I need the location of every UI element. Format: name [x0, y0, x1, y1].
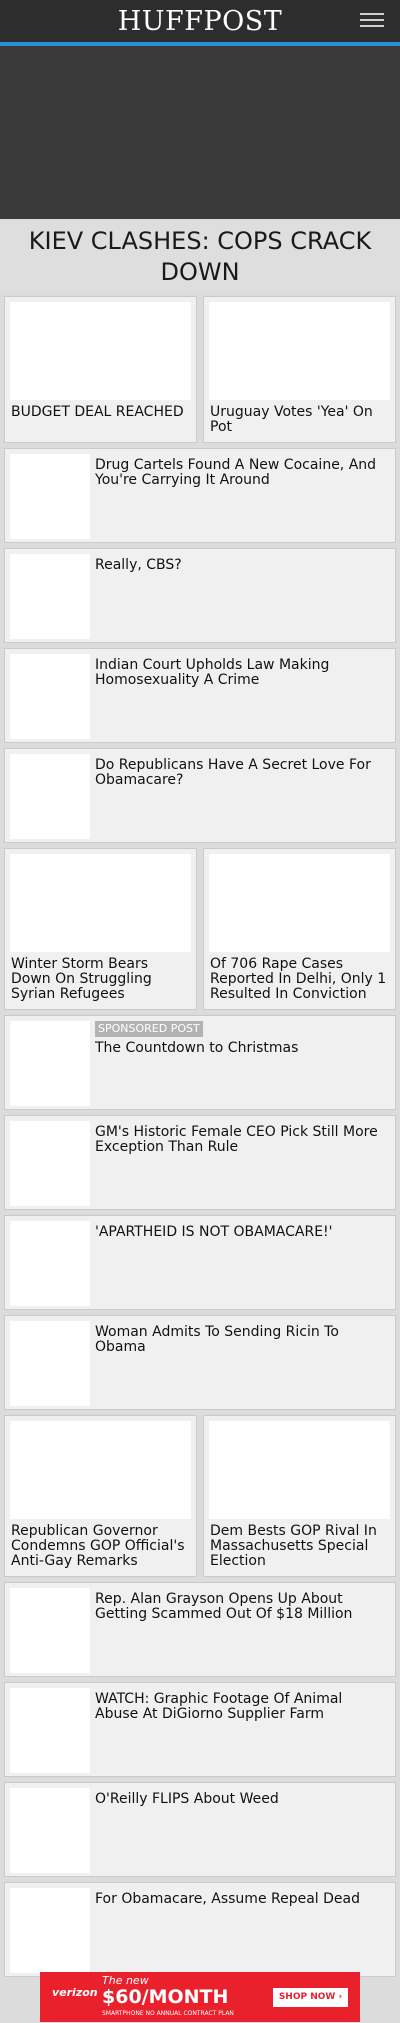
ad-fineprint: SMARTPHONE NO ANNUAL CONTRACT PLAN — [102, 2010, 234, 2017]
top-bar: HUFFPOST — [0, 0, 400, 42]
story-card[interactable]: Republican Governor Condemns GOP Officia… — [4, 1415, 197, 1577]
story-card[interactable]: Do Republicans Have A Secret Love For Ob… — [4, 748, 396, 843]
story-thumbnail[interactable] — [10, 1788, 90, 1873]
story-title[interactable]: Indian Court Upholds Law Making Homosexu… — [95, 658, 385, 688]
story-title[interactable]: Of 706 Rape Cases Reported In Delhi, Onl… — [210, 957, 390, 1002]
story-title[interactable]: Republican Governor Condemns GOP Officia… — [11, 1524, 191, 1569]
top-headline[interactable]: KIEV CLASHES: COPS CRACK DOWN — [0, 222, 400, 292]
story-card[interactable]: Dem Bests GOP Rival In Massachusetts Spe… — [203, 1415, 396, 1577]
story-card[interactable]: Of 706 Rape Cases Reported In Delhi, Onl… — [203, 848, 396, 1010]
story-title[interactable]: For Obamacare, Assume Repeal Dead — [95, 1892, 385, 1907]
story-thumbnail[interactable] — [10, 1121, 90, 1206]
story-title[interactable]: Really, CBS? — [95, 558, 385, 573]
story-thumbnail[interactable] — [209, 1421, 390, 1519]
story-thumbnail[interactable] — [10, 1221, 90, 1306]
story-thumbnail[interactable] — [10, 854, 191, 952]
story-card[interactable]: BUDGET DEAL REACHED — [4, 296, 197, 443]
story-title[interactable]: Rep. Alan Grayson Opens Up About Getting… — [95, 1592, 385, 1622]
story-thumbnail[interactable] — [10, 1888, 90, 1973]
verizon-logo: verizon — [52, 1986, 98, 1999]
story-thumbnail[interactable] — [10, 1421, 191, 1519]
verizon-ad-banner[interactable]: verizon The new $60/MONTH SMARTPHONE NO … — [40, 1972, 360, 2022]
story-card[interactable]: Uruguay Votes 'Yea' On Pot — [203, 296, 396, 443]
story-card[interactable]: 'APARTHEID IS NOT OBAMACARE!' — [4, 1215, 396, 1310]
story-title[interactable]: 'APARTHEID IS NOT OBAMACARE!' — [95, 1225, 385, 1240]
story-thumbnail[interactable] — [10, 1588, 90, 1673]
story-thumbnail[interactable] — [209, 854, 390, 952]
story-card[interactable]: Really, CBS? — [4, 548, 396, 643]
story-title[interactable]: BUDGET DEAL REACHED — [11, 405, 191, 420]
story-title[interactable]: O'Reilly FLIPS About Weed — [95, 1792, 385, 1807]
story-card[interactable]: Rep. Alan Grayson Opens Up About Getting… — [4, 1582, 396, 1677]
story-title[interactable]: WATCH: Graphic Footage Of Animal Abuse A… — [95, 1692, 385, 1722]
story-thumbnail[interactable] — [10, 1021, 90, 1106]
story-thumbnail[interactable] — [10, 1688, 90, 1773]
story-thumbnail[interactable] — [10, 554, 90, 639]
story-thumbnail[interactable] — [10, 454, 90, 539]
ad-price: $60/MONTH — [102, 1986, 229, 2008]
story-title[interactable]: Dem Bests GOP Rival In Massachusetts Spe… — [210, 1524, 390, 1569]
story-card[interactable]: WATCH: Graphic Footage Of Animal Abuse A… — [4, 1682, 396, 1777]
hamburger-menu-icon[interactable] — [360, 13, 384, 29]
story-thumbnail[interactable] — [10, 1321, 90, 1406]
shop-now-button[interactable]: SHOP NOW › — [273, 1988, 348, 2007]
story-card[interactable]: O'Reilly FLIPS About Weed — [4, 1782, 396, 1877]
story-card[interactable]: GM's Historic Female CEO Pick Still More… — [4, 1115, 396, 1210]
story-card[interactable]: Winter Storm Bears Down On Struggling Sy… — [4, 848, 197, 1010]
story-thumbnail[interactable] — [10, 302, 191, 400]
story-title[interactable]: GM's Historic Female CEO Pick Still More… — [95, 1125, 385, 1155]
huffpost-logo[interactable]: HUFFPOST — [0, 6, 400, 37]
story-thumbnail[interactable] — [10, 654, 90, 739]
story-thumbnail[interactable] — [209, 302, 390, 400]
story-card[interactable]: SPONSORED POST The Countdown to Christma… — [4, 1015, 396, 1110]
story-thumbnail[interactable] — [10, 754, 90, 839]
hero-image[interactable] — [0, 46, 400, 219]
story-title[interactable]: Woman Admits To Sending Ricin To Obama — [95, 1325, 385, 1355]
story-title[interactable]: Drug Cartels Found A New Cocaine, And Yo… — [95, 458, 385, 488]
story-title[interactable]: The Countdown to Christmas — [95, 1041, 385, 1056]
story-title[interactable]: Uruguay Votes 'Yea' On Pot — [210, 405, 390, 435]
story-card[interactable]: Drug Cartels Found A New Cocaine, And Yo… — [4, 448, 396, 543]
story-title[interactable]: Winter Storm Bears Down On Struggling Sy… — [11, 957, 191, 1002]
story-card[interactable]: For Obamacare, Assume Repeal Dead — [4, 1882, 396, 1977]
story-title[interactable]: Do Republicans Have A Secret Love For Ob… — [95, 758, 385, 788]
story-card[interactable]: Woman Admits To Sending Ricin To Obama — [4, 1315, 396, 1410]
sponsored-badge: SPONSORED POST — [95, 1021, 203, 1037]
story-card[interactable]: Indian Court Upholds Law Making Homosexu… — [4, 648, 396, 743]
